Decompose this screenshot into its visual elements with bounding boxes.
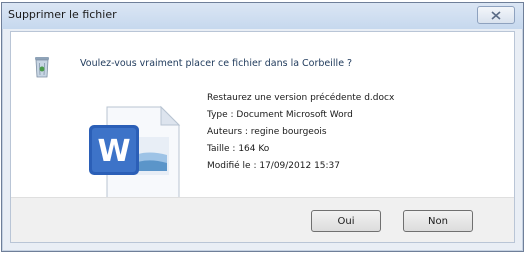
file-type: Type : Document Microsoft Word bbox=[207, 110, 353, 120]
title-bar: Supprimer le fichier bbox=[2, 3, 523, 29]
button-bar: Oui Non bbox=[11, 197, 514, 242]
close-icon bbox=[491, 10, 501, 20]
file-authors: Auteurs : regine bourgeois bbox=[207, 127, 327, 137]
dialog-title: Supprimer le fichier bbox=[8, 8, 117, 21]
dialog-content: Voulez-vous vraiment placer ce fichier d… bbox=[10, 31, 515, 243]
file-modified: Modifié le : 17/09/2012 15:37 bbox=[207, 161, 341, 171]
recycle-bin-icon bbox=[35, 57, 49, 78]
file-name: Restaurez une version précédente d.docx bbox=[207, 93, 395, 103]
svg-text:W: W bbox=[97, 134, 130, 169]
delete-file-dialog: Supprimer le fichier Voulez-vous vraimen… bbox=[1, 2, 524, 252]
confirmation-question: Voulez-vous vraiment placer ce fichier d… bbox=[80, 58, 353, 69]
no-button[interactable]: Non bbox=[403, 210, 473, 232]
file-details: Restaurez une version précédente d.docx … bbox=[207, 90, 394, 175]
yes-button[interactable]: Oui bbox=[311, 210, 381, 232]
file-size: Taille : 164 Ko bbox=[207, 144, 270, 154]
close-button[interactable] bbox=[477, 6, 515, 24]
